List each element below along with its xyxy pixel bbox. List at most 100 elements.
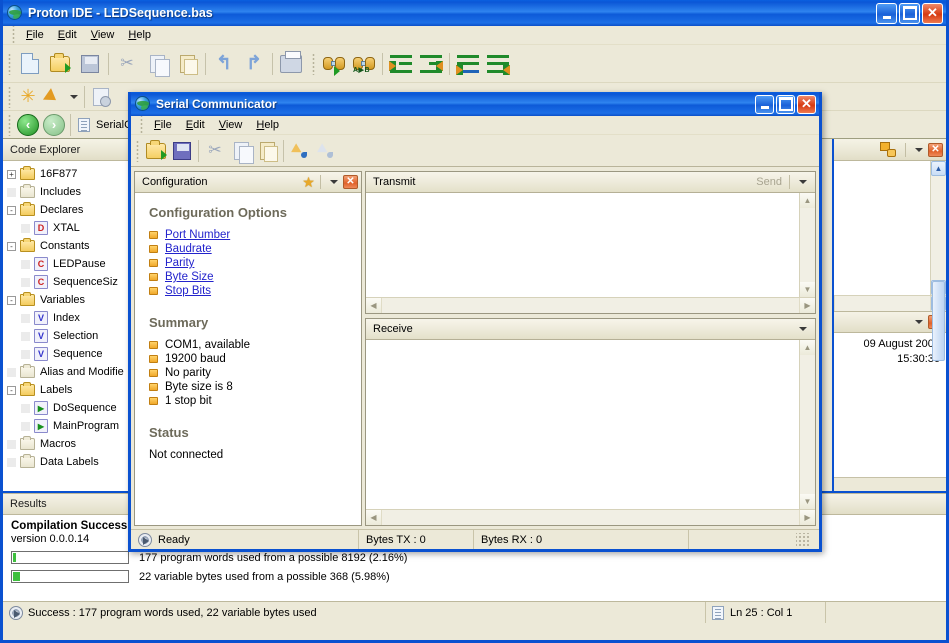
dialog-open-folder-icon[interactable] [143,139,169,163]
dialog-minimize-button[interactable] [755,94,774,114]
tree-node-index[interactable]: V Index [5,309,129,327]
tree-node-includes[interactable]: Includes [5,183,129,201]
configuration-close-button[interactable]: ✕ [343,175,358,189]
scroll-down-button[interactable]: ▼ [800,494,815,509]
config-option-link[interactable]: Port Number [165,229,230,241]
scroll-down-button[interactable]: ▼ [800,282,815,297]
dialog-paste-icon[interactable] [254,139,280,163]
tree-node-alias-and-modifie[interactable]: Alias and Modifie [5,363,129,381]
config-option-row[interactable]: Byte Size [149,271,347,283]
pin-star-icon[interactable]: ★ [301,175,316,189]
scroll-left-button[interactable]: ◀ [366,298,381,313]
config-option-link[interactable]: Byte Size [165,271,214,283]
tree-expander[interactable]: + [7,169,16,179]
send-button[interactable]: Send [756,176,785,188]
chevron-down-icon[interactable] [799,180,807,184]
vscroll-thumb[interactable] [932,281,945,361]
receive-hscrollbar[interactable]: ◀ ▶ [366,509,815,525]
tree-node-dosequence[interactable]: ▶ DoSequence [5,399,129,417]
vscroll-track[interactable] [931,176,946,361]
scroll-left-button[interactable]: ◀ [366,510,381,525]
menu-file[interactable]: File [19,28,51,42]
config-option-link[interactable]: Stop Bits [165,285,211,297]
scroll-right-button[interactable]: ▶ [800,510,815,525]
tree-node-macros[interactable]: Macros [5,435,129,453]
tree-node-mainprogram[interactable]: ▶ MainProgram [5,417,129,435]
tree-expander[interactable]: - [7,241,16,251]
dialog-cut-icon[interactable]: ✂ [202,139,228,163]
redo-icon[interactable]: ↱ [239,49,269,79]
save-icon[interactable] [75,49,105,79]
tree-expander[interactable]: - [7,205,16,215]
compile-dropdown-icon[interactable] [67,85,81,109]
dialog-menu-file[interactable]: File [147,118,179,132]
dialog-close-button[interactable]: ✕ [797,94,816,114]
uncomment-block-icon[interactable] [483,49,513,79]
resize-grip[interactable] [796,532,810,547]
dialog-save-icon[interactable] [169,139,195,163]
hscroll-track[interactable] [834,296,931,311]
dialog-menu-help[interactable]: Help [249,118,286,132]
receive-edit-area[interactable]: ▲ ▼ ◀ ▶ [366,340,815,525]
copy-icon[interactable] [142,49,172,79]
tree-node-variables[interactable]: - Variables [5,291,129,309]
nav-forward-button[interactable]: › [41,113,67,137]
chevron-down-icon[interactable] [330,180,338,184]
minimize-button[interactable] [876,2,897,24]
tree-node-constants[interactable]: - Constants [5,237,129,255]
connect-icon[interactable] [287,139,313,163]
code-explorer-tree[interactable]: +16F877 Includes - Declares D XTAL - Constants C… [3,161,129,491]
tree-node-declares[interactable]: - Declares [5,201,129,219]
undo-icon[interactable]: ↰ [209,49,239,79]
serial-communicator-dialog[interactable]: Serial Communicator ✕ File Edit View Hel… [128,92,822,552]
indent-icon[interactable] [386,49,416,79]
open-folder-icon[interactable] [45,49,75,79]
tree-node-xtal[interactable]: D XTAL [5,219,129,237]
tree-node-ledpause[interactable]: C LEDPause [5,255,129,273]
options-icon[interactable] [88,85,114,109]
nav-back-button[interactable]: ‹ [15,113,41,137]
find-replace-icon[interactable]: A▶B [349,49,379,79]
tree-node-labels[interactable]: - Labels [5,381,129,399]
dialog-copy-icon[interactable] [228,139,254,164]
config-option-row[interactable]: Parity [149,257,347,269]
hscroll-track[interactable] [381,510,800,525]
tree-node-data-labels[interactable]: Data Labels [5,453,129,471]
right-dock-editor[interactable]: ▲ ▼ [834,161,946,361]
menu-help[interactable]: Help [121,28,158,42]
dialog-menu-view[interactable]: View [212,118,250,132]
scroll-right-button[interactable]: ▶ [800,298,815,313]
compile-program-icon[interactable] [41,85,67,109]
cut-icon[interactable]: ✂ [112,49,142,79]
paste-icon[interactable] [172,49,202,79]
dialog-titlebar[interactable]: Serial Communicator ✕ [131,92,819,116]
scroll-up-button[interactable]: ▲ [931,161,946,176]
vscroll-track[interactable] [800,208,815,282]
right-dock-hscrollbar[interactable]: ▶ [834,295,946,311]
hscroll-track[interactable] [381,298,800,313]
windows-tile-icon[interactable] [880,142,896,157]
dialog-maximize-button[interactable] [776,94,795,114]
new-document-icon[interactable] [15,49,45,79]
tree-node-sequencesiz[interactable]: C SequenceSiz [5,273,129,291]
tree-expander[interactable]: - [7,295,16,305]
transmit-edit-area[interactable]: ▲ ▼ ◀ ▶ [366,193,815,313]
outdent-icon[interactable] [416,49,446,79]
tree-expander[interactable]: - [7,385,16,395]
scroll-up-button[interactable]: ▲ [800,340,815,355]
maximize-button[interactable] [899,2,920,24]
tree-node-16f877[interactable]: +16F877 [5,165,129,183]
chevron-down-icon[interactable] [799,327,807,331]
close-button[interactable]: ✕ [922,2,943,24]
tree-node-selection[interactable]: V Selection [5,327,129,345]
compile-icon[interactable]: ✳ [15,85,41,109]
receive-textarea[interactable] [366,340,799,509]
scroll-up-button[interactable]: ▲ [800,193,815,208]
receive-vscrollbar[interactable]: ▲ ▼ [799,340,815,509]
comment-block-icon[interactable] [453,49,483,79]
dialog-menu-edit[interactable]: Edit [179,118,212,132]
print-icon[interactable] [276,49,306,79]
config-option-link[interactable]: Parity [165,257,194,269]
config-option-row[interactable]: Stop Bits [149,285,347,297]
transmit-hscrollbar[interactable]: ◀ ▶ [366,297,815,313]
